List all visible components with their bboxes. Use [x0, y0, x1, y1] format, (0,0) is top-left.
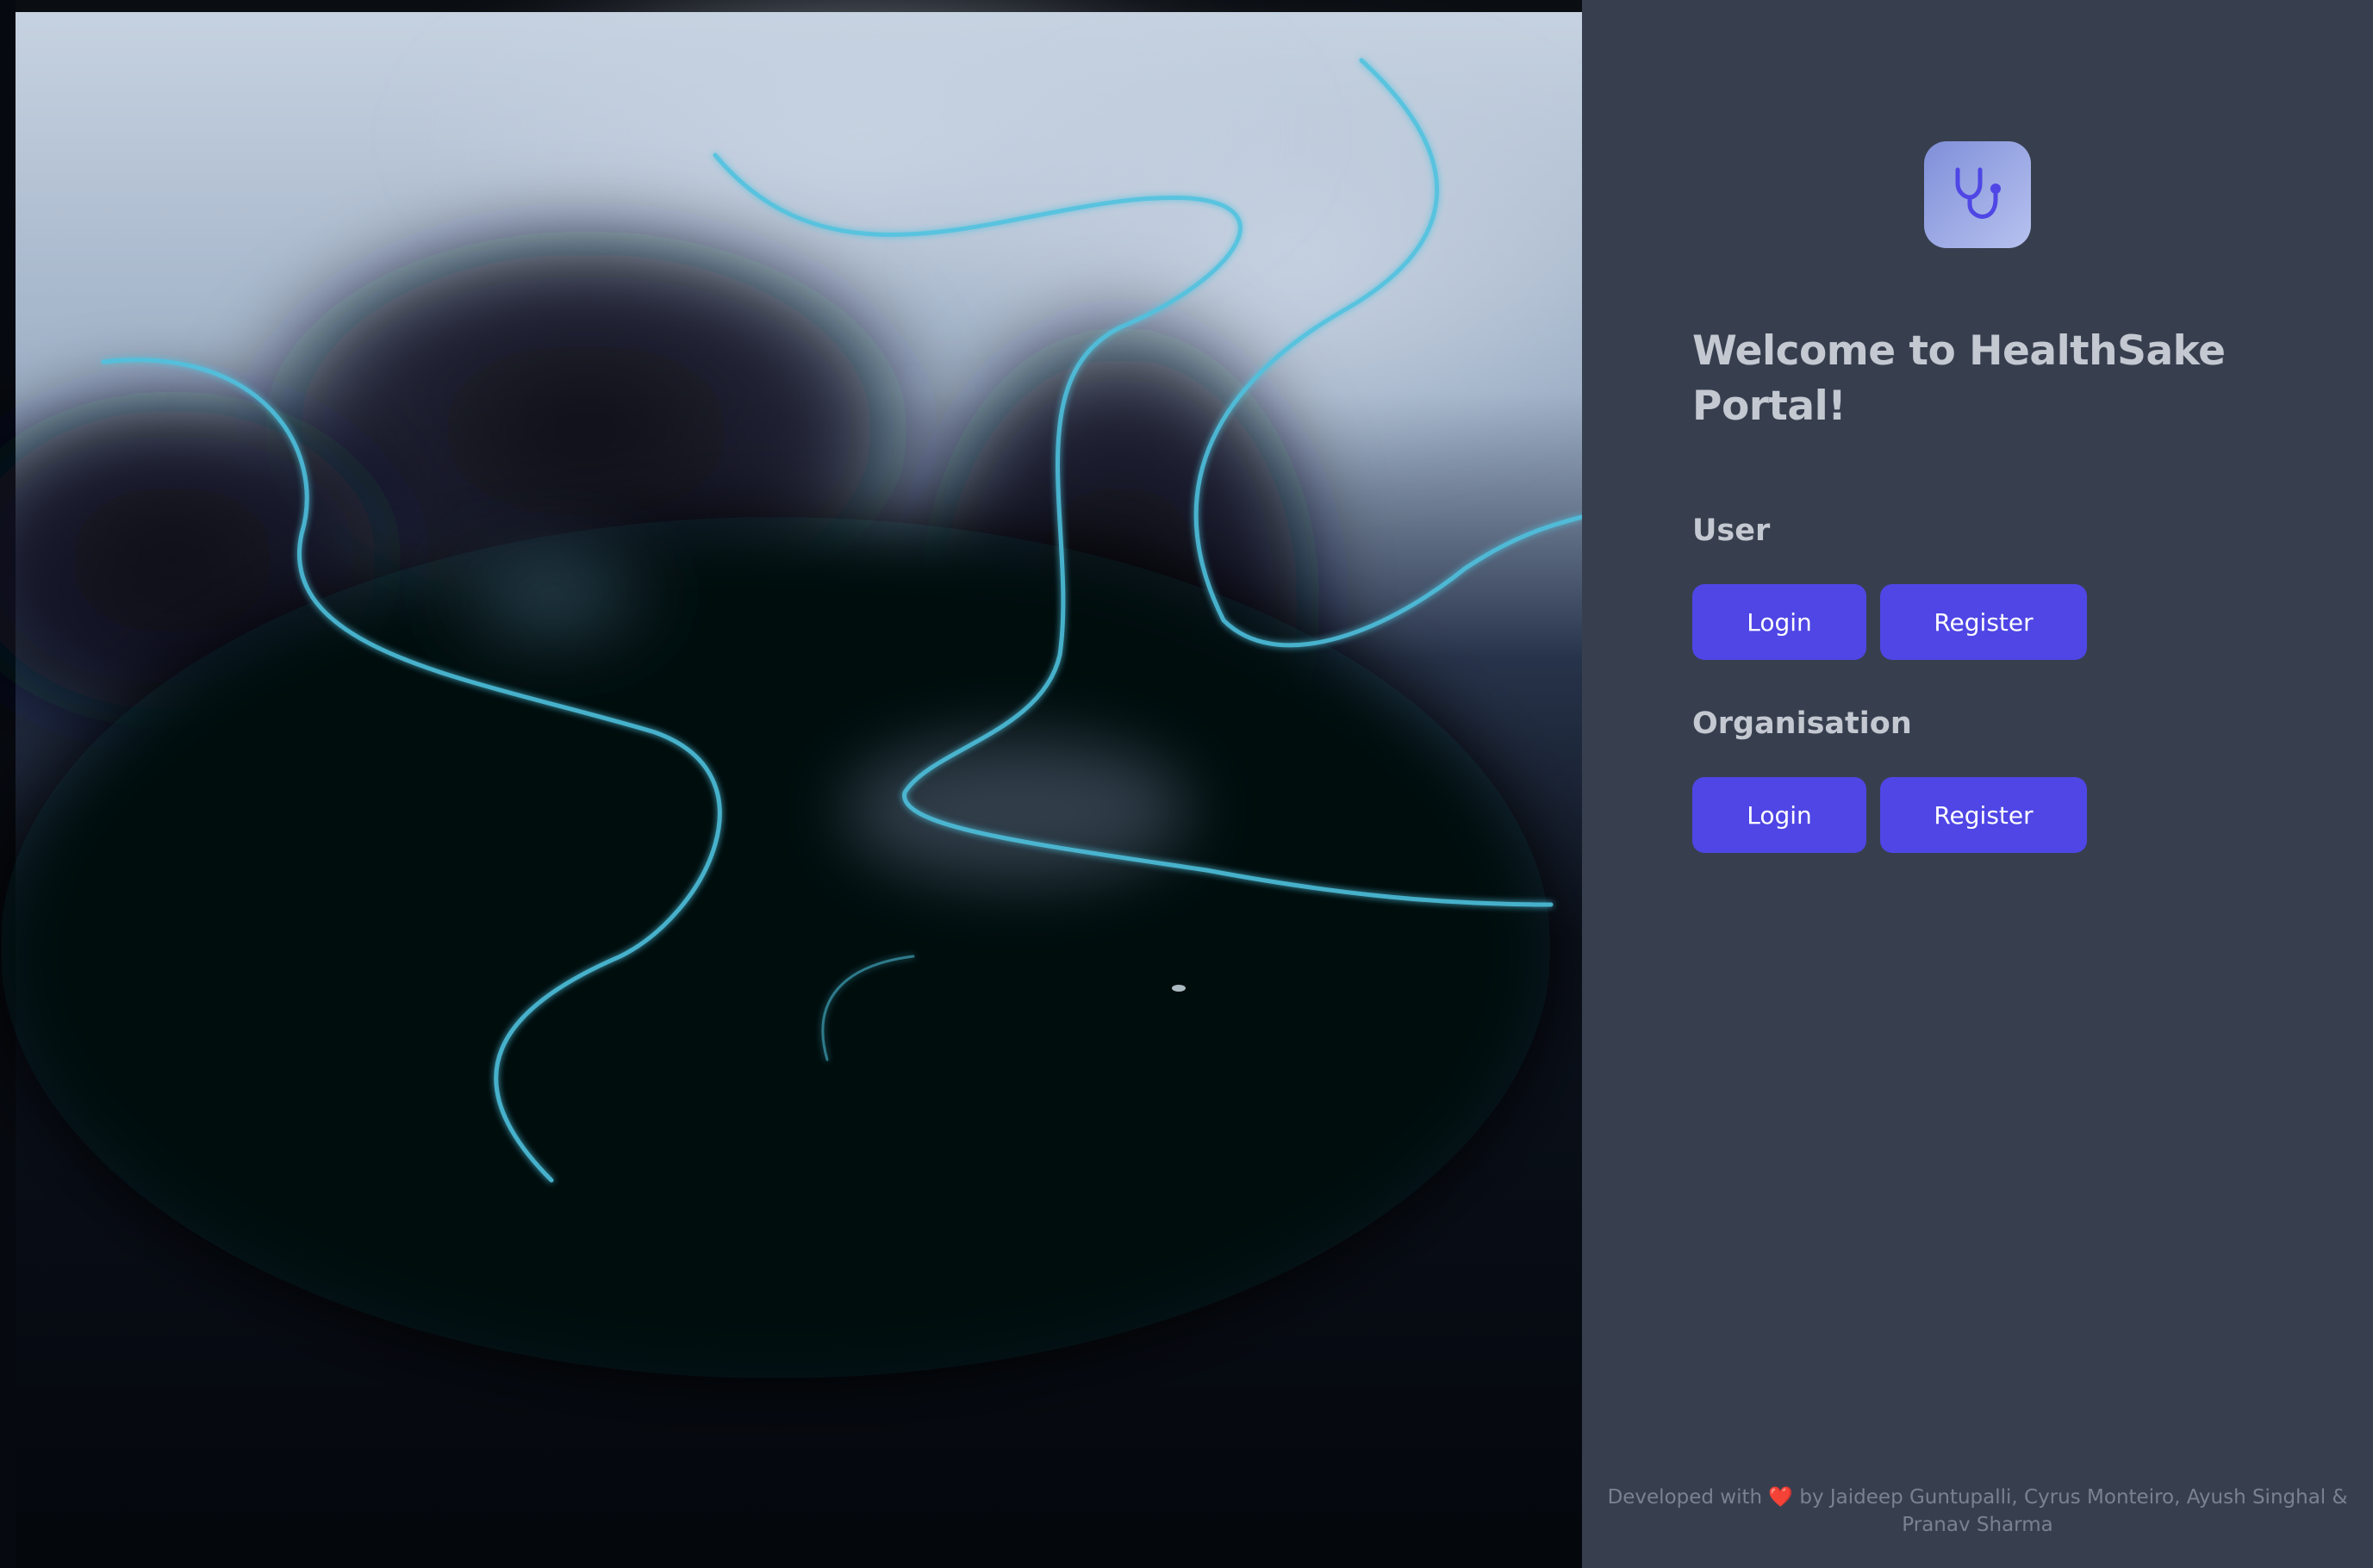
app-logo	[1924, 141, 2031, 248]
portal-page: Welcome to HealthSake Portal! User Login…	[0, 0, 2373, 1568]
user-register-button[interactable]: Register	[1880, 584, 2087, 660]
footer-credits: Developed with ❤️ by Jaideep Guntupalli,…	[1582, 1484, 2373, 1539]
footer-credits-text: by Jaideep Guntupalli, Cyrus Monteiro, A…	[1799, 1486, 2348, 1536]
stethoscope-icon	[1949, 165, 2006, 225]
footer-prefix: Developed with	[1607, 1486, 1763, 1509]
page-title: Welcome to HealthSake Portal!	[1692, 327, 2226, 430]
user-login-button[interactable]: Login	[1692, 584, 1866, 660]
user-section-heading: User	[1692, 513, 1771, 548]
heart-icon: ❤️	[1768, 1486, 1794, 1509]
organisation-login-button[interactable]: Login	[1692, 777, 1866, 853]
auth-panel: Welcome to HealthSake Portal! User Login…	[1582, 0, 2373, 1568]
hero-image	[0, 0, 1582, 1568]
smoke-artwork	[0, 0, 1582, 1568]
organisation-section-heading: Organisation	[1692, 706, 1912, 741]
organisation-register-button[interactable]: Register	[1880, 777, 2087, 853]
